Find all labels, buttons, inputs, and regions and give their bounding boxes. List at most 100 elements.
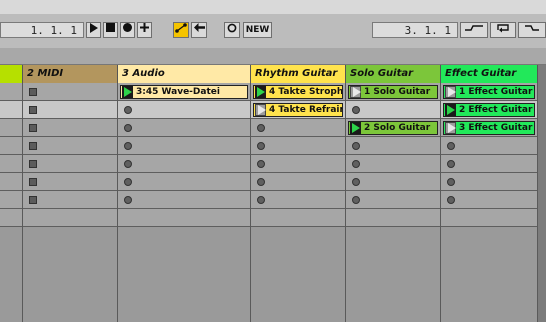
clip-playing-icon[interactable] <box>255 86 266 98</box>
track-header-rhythm-guitar[interactable]: Rhythm Guitar <box>251 65 346 83</box>
record-slot-dot-icon[interactable] <box>352 142 360 150</box>
record-slot-dot-icon[interactable] <box>352 160 360 168</box>
record-slot-dot-icon[interactable] <box>447 160 455 168</box>
track-header-3-audio[interactable]: 3 Audio <box>118 65 251 83</box>
clip-slot[interactable] <box>346 101 440 119</box>
clip-slot[interactable] <box>251 209 345 227</box>
record-slot-dot-icon[interactable] <box>257 196 265 204</box>
clip-slot[interactable]: 4 Takte Strophe <box>251 83 345 101</box>
clip-slot[interactable] <box>0 119 22 137</box>
record-slot-dot-icon[interactable] <box>352 106 360 114</box>
clip-slot[interactable] <box>346 173 440 191</box>
track-header-solo-guitar[interactable]: Solo Guitar <box>346 65 441 83</box>
record-slot-dot-icon[interactable] <box>257 160 265 168</box>
overdub-button[interactable] <box>137 22 152 38</box>
clip-slot[interactable] <box>346 137 440 155</box>
loop-button[interactable] <box>490 22 516 38</box>
record-slot-dot-icon[interactable] <box>124 124 132 132</box>
record-slot-dot-icon[interactable] <box>124 106 132 114</box>
clip-slot[interactable]: 4 Takte Refrain <box>251 101 345 119</box>
play-button[interactable] <box>86 22 101 38</box>
stop-clip-square-icon[interactable] <box>29 178 37 186</box>
clip-slot[interactable] <box>118 119 250 137</box>
clip-slot[interactable] <box>23 191 117 209</box>
clip-slot[interactable] <box>118 101 250 119</box>
clip-slot[interactable]: 3:45 Wave-Datei <box>118 83 250 101</box>
metronome-toggle[interactable] <box>224 22 240 38</box>
clip-slot[interactable]: 1 Solo Guitar <box>346 83 440 101</box>
stop-clip-square-icon[interactable] <box>29 106 37 114</box>
clip-slot[interactable]: 3 Effect Guitar <box>441 119 537 137</box>
stop-clip-square-icon[interactable] <box>29 196 37 204</box>
record-slot-dot-icon[interactable] <box>257 124 265 132</box>
record-slot-dot-icon[interactable] <box>124 160 132 168</box>
record-slot-dot-icon[interactable] <box>447 142 455 150</box>
back-to-arrangement-button[interactable] <box>191 22 207 38</box>
clip-launch-icon[interactable] <box>445 122 456 134</box>
clip-slot[interactable]: 2 Solo Guitar <box>346 119 440 137</box>
clip-slot[interactable] <box>0 137 22 155</box>
clip-slot[interactable] <box>23 119 117 137</box>
clip-slot[interactable] <box>23 209 117 227</box>
record-slot-dot-icon[interactable] <box>124 178 132 186</box>
stop-button[interactable] <box>103 22 118 38</box>
clip-2-solo-guitar[interactable]: 2 Solo Guitar <box>348 121 438 135</box>
clip-launch-icon[interactable] <box>350 86 361 98</box>
clip-slot[interactable] <box>23 155 117 173</box>
clip-4-takte-strophe[interactable]: 4 Takte Strophe <box>253 85 343 99</box>
punch-out-button[interactable] <box>518 22 546 38</box>
record-slot-dot-icon[interactable] <box>124 196 132 204</box>
record-slot-dot-icon[interactable] <box>352 178 360 186</box>
clip-slot[interactable] <box>251 173 345 191</box>
automation-arm-button[interactable] <box>173 22 189 38</box>
clip-playing-icon[interactable] <box>445 104 456 116</box>
clip-slot[interactable] <box>118 191 250 209</box>
clip-slot[interactable] <box>441 191 537 209</box>
clip-slot[interactable] <box>0 155 22 173</box>
clip-slot[interactable] <box>0 173 22 191</box>
clip-slot[interactable] <box>251 191 345 209</box>
clip-slot[interactable] <box>118 209 250 227</box>
arrangement-position-field[interactable]: 1. 1. 1 <box>0 22 84 38</box>
clip-3-effect-guitar[interactable]: 3 Effect Guitar <box>443 121 535 135</box>
stop-clip-square-icon[interactable] <box>29 88 37 96</box>
clip-slot[interactable] <box>23 83 117 101</box>
record-slot-dot-icon[interactable] <box>352 196 360 204</box>
new-button[interactable]: NEW <box>243 22 272 38</box>
clip-slot[interactable] <box>23 137 117 155</box>
clip-slot[interactable] <box>346 191 440 209</box>
clip-slot[interactable] <box>0 101 22 119</box>
record-slot-dot-icon[interactable] <box>447 196 455 204</box>
clip-slot[interactable]: 1 Effect Guitar <box>441 83 537 101</box>
clip-slot[interactable] <box>0 209 22 227</box>
clip-playing-icon[interactable] <box>350 122 361 134</box>
record-slot-dot-icon[interactable] <box>124 142 132 150</box>
clip-slot[interactable] <box>346 155 440 173</box>
record-slot-dot-icon[interactable] <box>447 178 455 186</box>
clip-1-solo-guitar[interactable]: 1 Solo Guitar <box>348 85 438 99</box>
clip-slot[interactable] <box>346 209 440 227</box>
clip-slot[interactable] <box>441 173 537 191</box>
loop-start-field[interactable]: 3. 1. 1 <box>372 22 458 38</box>
clip-slot[interactable] <box>0 191 22 209</box>
clip-slot[interactable] <box>251 155 345 173</box>
clip-slot[interactable] <box>251 137 345 155</box>
track-header-1[interactable] <box>0 65 23 83</box>
clip-slot[interactable] <box>251 119 345 137</box>
clip-slot[interactable] <box>118 173 250 191</box>
record-slot-dot-icon[interactable] <box>257 178 265 186</box>
clip-3-45-wave-datei[interactable]: 3:45 Wave-Datei <box>120 85 248 99</box>
clip-slot[interactable]: 2 Effect Guitar <box>441 101 537 119</box>
punch-in-button[interactable] <box>460 22 488 38</box>
clip-slot[interactable] <box>441 137 537 155</box>
track-header-2-midi[interactable]: 2 MIDI <box>23 65 118 83</box>
clip-playing-icon[interactable] <box>122 86 133 98</box>
clip-slot[interactable] <box>23 101 117 119</box>
clip-slot[interactable] <box>23 173 117 191</box>
clip-slot[interactable] <box>0 83 22 101</box>
stop-clip-square-icon[interactable] <box>29 124 37 132</box>
clip-slot[interactable] <box>441 209 537 227</box>
clip-launch-icon[interactable] <box>255 104 266 116</box>
clip-launch-icon[interactable] <box>445 86 456 98</box>
record-slot-dot-icon[interactable] <box>257 142 265 150</box>
